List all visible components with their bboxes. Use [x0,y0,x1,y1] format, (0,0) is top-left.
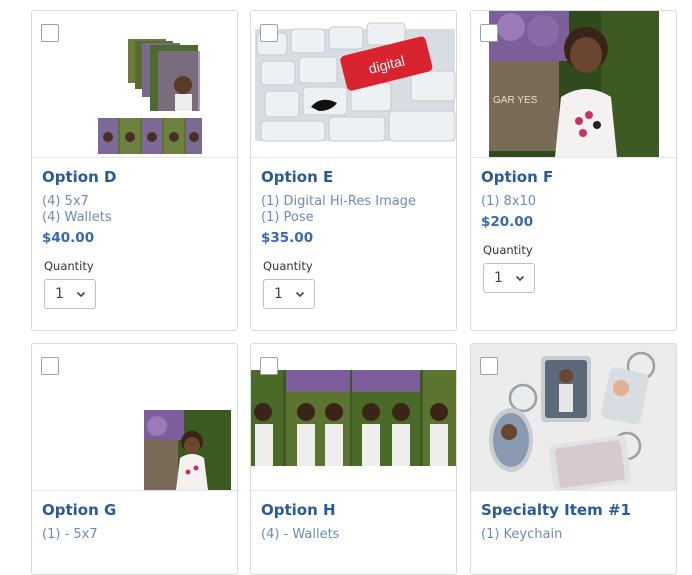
chevron-down-icon [515,275,525,282]
keychain-image [471,344,676,490]
option-line: (1) Pose [261,210,314,225]
option-card-specialty-1[interactable]: Specialty Item #1 (1) Keychain [470,343,677,575]
select-checkbox[interactable] [480,357,498,375]
quantity-select[interactable]: 1 [483,263,535,293]
quantity-value: 1 [55,286,64,302]
option-line: (1) Digital Hi-Res Image [261,194,416,209]
chevron-down-icon [76,291,86,298]
keyboard-digital-image: digital [255,22,456,142]
option-card-d[interactable]: Option D (4) 5x7 (4) Wallets $40.00 Quan… [31,10,238,331]
option-title: Option H [261,501,336,519]
option-price: $20.00 [481,214,534,230]
select-checkbox[interactable] [41,24,59,42]
option-line: (1) 8x10 [481,194,537,209]
quantity-value: 1 [494,270,503,286]
sign-text: GAR YES [493,95,538,106]
option-line: (1) - 5x7 [42,527,98,542]
chevron-down-icon [295,291,305,298]
option-title: Option E [261,168,334,186]
product-image: GAR YES [471,11,676,158]
option-price: $40.00 [42,230,95,246]
quantity-label: Quantity [483,243,533,257]
option-card-f[interactable]: GAR YES Option F (1) 8x10 $20.00 Quantit… [470,10,677,331]
option-title: Option D [42,168,117,186]
product-image: digital [251,11,456,158]
product-image [32,11,237,158]
option-line: (4) Wallets [42,210,112,225]
quantity-label: Quantity [44,259,94,273]
product-image [471,344,676,491]
product-image [251,344,456,491]
child-portrait-image [144,410,231,490]
quantity-select[interactable]: 1 [263,279,315,309]
option-title: Specialty Item #1 [481,501,631,519]
select-checkbox[interactable] [260,357,278,375]
select-checkbox[interactable] [260,24,278,42]
option-card-h[interactable]: Option H (4) - Wallets [250,343,457,575]
option-title: Option F [481,168,554,186]
quantity-label: Quantity [263,259,313,273]
quantity-select[interactable]: 1 [44,279,96,309]
option-card-g[interactable]: Option G (1) - 5x7 [31,343,238,575]
photo-collage-image [98,39,202,154]
option-card-e[interactable]: digital Option E (1) Digital Hi-Res Imag… [250,10,457,331]
product-image [32,344,237,491]
option-line: (4) - Wallets [261,527,340,542]
option-price: $35.00 [261,230,314,246]
option-line: (4) 5x7 [42,194,89,209]
select-checkbox[interactable] [480,24,498,42]
select-checkbox[interactable] [41,357,59,375]
quantity-value: 1 [274,286,283,302]
option-title: Option G [42,501,117,519]
option-line: (1) Keychain [481,527,563,542]
child-portrait-image: GAR YES [489,11,659,157]
wallet-strip-image [251,370,456,466]
